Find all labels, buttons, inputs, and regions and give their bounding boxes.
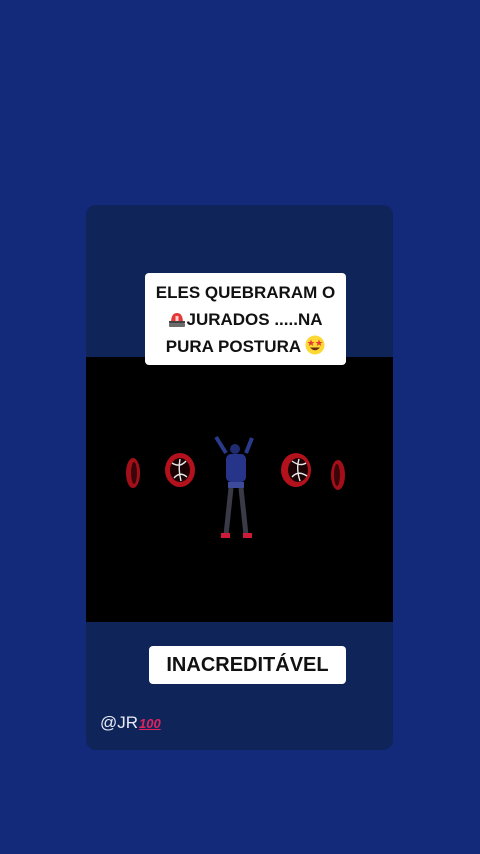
author-handle[interactable]: @JR100 — [100, 713, 161, 733]
red-hoop-right — [331, 460, 345, 490]
red-hoop-left — [126, 458, 140, 488]
handle-text: @JR — [100, 713, 139, 732]
caption-line-2-text: JURADOS .....NA — [186, 310, 323, 329]
dancer-figure — [214, 435, 254, 538]
caption-line-3-text: PURA POSTURA — [165, 337, 301, 356]
caption-line-1: ELES QUEBRARAM O — [155, 283, 336, 302]
hundred-points-icon: 100 — [139, 716, 161, 731]
caption-line-3: PURA POSTURA — [153, 333, 338, 360]
caption-line-2: JURADOS .....NA — [153, 306, 338, 333]
caption-bottom: INACREDITÁVEL — [149, 646, 346, 684]
dance-scene — [126, 435, 345, 538]
story-card: ELES QUEBRARAM O JURADOS .....NA PURA PO… — [86, 205, 393, 750]
video-frame[interactable] — [86, 357, 393, 622]
red-fan-left — [165, 453, 195, 487]
police-siren-emoji-icon — [169, 313, 186, 327]
star-struck-emoji-icon — [305, 335, 325, 355]
caption-top: ELES QUEBRARAM O JURADOS .....NA PURA PO… — [145, 273, 346, 365]
red-fan-right — [281, 453, 311, 487]
